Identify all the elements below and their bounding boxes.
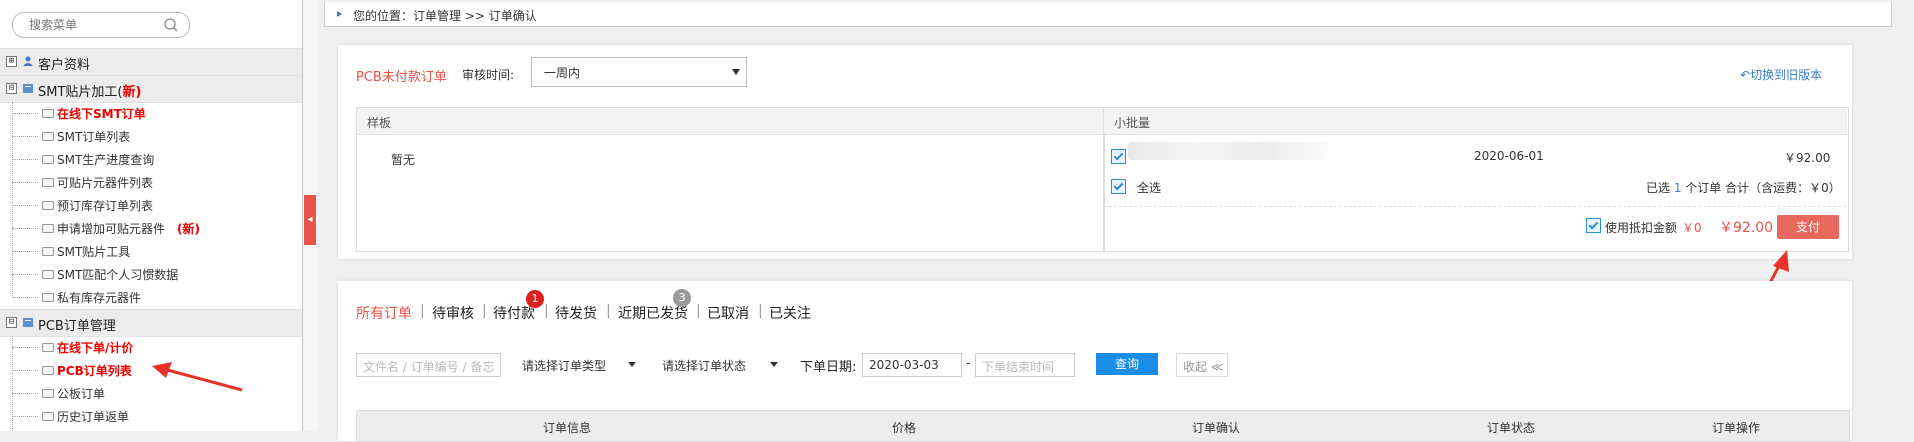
col-order-confirm: 订单确认 xyxy=(1192,421,1241,435)
order-date-label: 下单日期: xyxy=(800,360,857,375)
col-price: 价格 xyxy=(892,421,917,435)
chevron-down-icon xyxy=(628,362,636,367)
chevron-down-icon xyxy=(770,362,778,367)
review-time-label: 审核时间: xyxy=(462,68,515,82)
total-amount: ￥92.00 xyxy=(1719,220,1774,236)
divider xyxy=(1104,206,1846,207)
collapse-filters-button[interactable]: 收起 ≪ xyxy=(1176,353,1228,377)
breadcrumb: 您的位置：订单管理 >> 订单确认 xyxy=(324,2,1892,27)
file-icon xyxy=(42,412,54,421)
file-icon xyxy=(42,389,54,398)
collapse-toggle-icon[interactable]: ⊟ xyxy=(6,83,17,94)
use-deduction-checkbox[interactable] xyxy=(1586,218,1601,233)
user-icon xyxy=(23,56,33,66)
sidebar-item-private-stock[interactable]: 私有库存元器件 xyxy=(0,286,300,308)
menu-group-label: 客户资料 xyxy=(38,58,91,73)
undo-arrow-icon: ↶ xyxy=(1740,68,1751,82)
sidebar-item-stock-order-list[interactable]: 预订库存订单列表 xyxy=(0,194,300,216)
collapse-sidebar-button[interactable]: ◂ xyxy=(304,195,316,245)
menu-search-box[interactable] xyxy=(12,12,190,38)
file-icon xyxy=(42,109,54,118)
order-table-header: 订单信息 价格 订单确认 订单状态 订单操作 xyxy=(356,410,1850,442)
review-time-select[interactable]: 一周内 xyxy=(531,57,747,87)
sidebar-item-history-reorder[interactable]: 历史订单返单 xyxy=(0,405,300,427)
folder-icon xyxy=(23,318,33,327)
tab-followed[interactable]: 已关注 xyxy=(769,303,811,323)
switch-version-link[interactable]: ↶切换到旧版本 xyxy=(1740,66,1822,83)
selected-summary: 已选 1 个订单 合计（含运费：￥0） xyxy=(1646,181,1841,195)
expand-toggle-icon[interactable]: ⊞ xyxy=(6,56,17,67)
order-date: 2020-06-01 xyxy=(1474,149,1544,163)
file-icon xyxy=(42,293,54,302)
sidebar-item-apply-component[interactable]: 申请增加可贴元器件 (新) xyxy=(0,217,300,239)
file-icon xyxy=(42,366,54,375)
order-checkbox[interactable] xyxy=(1111,149,1126,164)
date-start-input[interactable]: 2020-03-03 xyxy=(862,353,962,377)
select-all-label[interactable]: 全选 xyxy=(1137,179,1161,196)
file-icon xyxy=(42,178,54,187)
sidebar-item-online-quote[interactable]: 在线下单/计价 xyxy=(0,336,300,358)
order-number-redacted xyxy=(1128,142,1328,160)
tab-cancelled[interactable]: 已取消 xyxy=(707,303,749,323)
sidebar-item-smt-tool[interactable]: SMT贴片工具 xyxy=(0,240,300,262)
file-icon xyxy=(42,343,54,352)
bullet-icon xyxy=(337,11,342,17)
deduction-value: ￥0 xyxy=(1682,221,1702,235)
file-icon xyxy=(42,270,54,279)
menu-search-input[interactable] xyxy=(27,17,161,33)
chevron-down-icon xyxy=(732,69,740,75)
sidebar-item-smt-progress[interactable]: SMT生产进度查询 xyxy=(0,148,300,170)
sample-header: 样板 xyxy=(357,108,1103,135)
recently-shipped-badge: 3 xyxy=(673,289,691,307)
tab-all-orders[interactable]: 所有订单 xyxy=(356,303,412,323)
menu-group-label: PCB订单管理 xyxy=(38,319,116,334)
collapse-toggle-icon[interactable]: ⊟ xyxy=(6,317,17,328)
menu-group-label: SMT贴片加工(新) xyxy=(38,85,142,100)
file-icon xyxy=(42,155,54,164)
search-icon[interactable] xyxy=(163,17,179,33)
menu-group-smt[interactable]: ⊟ SMT贴片加工(新) xyxy=(0,75,302,103)
col-order-status: 订单状态 xyxy=(1487,421,1536,435)
sidebar-item-component-list[interactable]: 可贴片元器件列表 xyxy=(0,171,300,193)
col-order-info: 订单信息 xyxy=(543,421,592,435)
annotation-arrow xyxy=(152,362,243,392)
folder-icon xyxy=(23,84,33,93)
tab-pending-shipment[interactable]: 待发货 xyxy=(555,303,597,323)
sidebar-item-smt-order-list[interactable]: SMT订单列表 xyxy=(0,125,300,147)
tab-pending-review[interactable]: 待审核 xyxy=(432,303,474,323)
sidebar-item-online-smt-order[interactable]: 在线下SMT订单 xyxy=(0,102,300,124)
col-order-actions: 订单操作 xyxy=(1712,421,1761,435)
select-all-checkbox[interactable] xyxy=(1111,179,1126,194)
file-icon xyxy=(42,247,54,256)
order-type-select[interactable]: 请选择订单类型 xyxy=(518,353,640,375)
pay-button[interactable]: 支付 xyxy=(1777,215,1839,239)
breadcrumb-text: 您的位置：订单管理 >> 订单确认 xyxy=(353,9,537,23)
panel-title: PCB未付款订单 xyxy=(356,70,447,85)
file-icon xyxy=(42,132,54,141)
menu-group-customer-info[interactable]: ⊞ 客户资料 xyxy=(0,48,302,76)
order-price: ￥92.00 xyxy=(1784,151,1831,165)
sidebar-item-smt-habit-data[interactable]: SMT匹配个人习惯数据 xyxy=(0,263,300,285)
sidebar-collapse-bar: ◂ xyxy=(304,0,318,431)
file-icon xyxy=(42,224,54,233)
date-separator: - xyxy=(966,356,971,370)
pending-payment-badge: 1 xyxy=(526,290,544,308)
query-button[interactable]: 查询 xyxy=(1096,353,1158,375)
menu-group-pcb-orders[interactable]: ⊟ PCB订单管理 xyxy=(0,309,302,337)
order-status-select[interactable]: 请选择订单状态 xyxy=(658,353,782,375)
date-end-input[interactable]: 下单结束时间 xyxy=(975,353,1075,377)
use-deduction-label[interactable]: 使用抵扣金额 xyxy=(1605,219,1677,236)
small-batch-header: 小批量 xyxy=(1104,108,1847,135)
order-search-input[interactable]: 文件名 / 订单编号 / 备忘 xyxy=(356,353,501,377)
sample-empty-text: 暂无 xyxy=(391,153,416,167)
file-icon xyxy=(42,201,54,210)
